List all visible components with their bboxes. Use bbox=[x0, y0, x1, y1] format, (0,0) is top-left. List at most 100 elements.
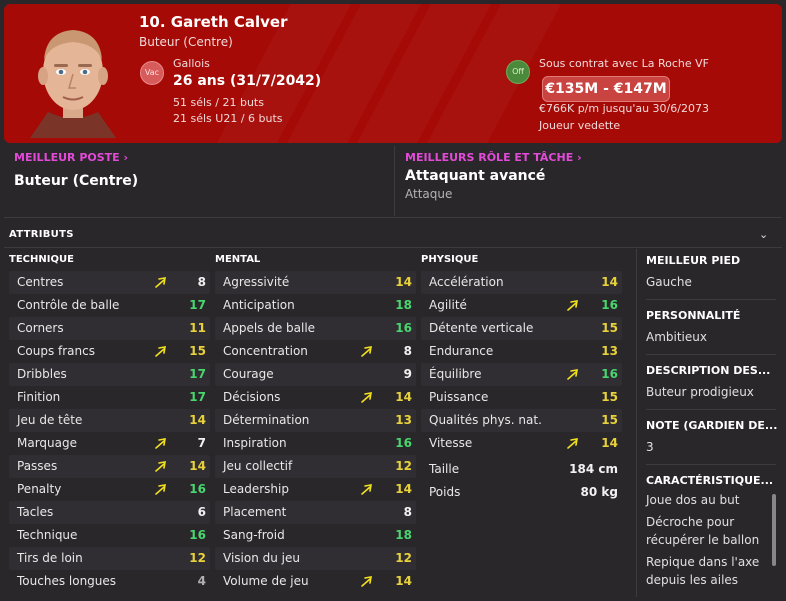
attribute-row[interactable]: Dribbles 17 bbox=[9, 363, 210, 386]
best-role-panel: MEILLEURS RÔLE ET TÂCHE › Attaquant avan… bbox=[394, 146, 783, 216]
development-arrow-icon bbox=[361, 484, 372, 495]
development-arrow-icon bbox=[567, 369, 578, 380]
best-duty-value: Attaque bbox=[405, 187, 453, 201]
description-value: Buteur prodigieux bbox=[646, 385, 754, 399]
attribute-row[interactable]: Sang-froid 18 bbox=[215, 524, 416, 547]
attribute-name: Coups francs bbox=[17, 344, 95, 358]
height-label: Taille bbox=[429, 462, 460, 476]
attribute-row[interactable]: Inspiration 16 bbox=[215, 432, 416, 455]
contract-club[interactable]: Sous contrat avec La Roche VF bbox=[539, 57, 709, 70]
attribute-name: Accélération bbox=[429, 275, 504, 289]
attribute-row[interactable]: Jeu de tête 14 bbox=[9, 409, 210, 432]
attribute-row[interactable]: Tirs de loin 12 bbox=[9, 547, 210, 570]
attribute-value: 15 bbox=[601, 413, 618, 427]
attribute-name: Anticipation bbox=[223, 298, 295, 312]
player-avatar[interactable] bbox=[30, 20, 116, 138]
attribute-name: Détermination bbox=[223, 413, 310, 427]
attribute-row[interactable]: Contrôle de balle 17 bbox=[9, 294, 210, 317]
attribute-name: Dribbles bbox=[17, 367, 67, 381]
chevron-right-icon: › bbox=[123, 151, 129, 164]
attribute-name: Finition bbox=[17, 390, 61, 404]
attribute-name: Jeu de tête bbox=[17, 413, 83, 427]
chevron-down-icon[interactable]: ⌄ bbox=[759, 228, 768, 241]
attribute-value: 18 bbox=[395, 528, 412, 542]
development-arrow-icon bbox=[155, 346, 166, 357]
physique-attributes: Accélération 14 Agilité 16 Détente verticale… bbox=[421, 271, 622, 455]
attribute-row[interactable]: Détermination 13 bbox=[215, 409, 416, 432]
attribute-row[interactable]: Technique 16 bbox=[9, 524, 210, 547]
player-name[interactable]: 10. Gareth Calver bbox=[139, 13, 288, 31]
attribute-row[interactable]: Vision du jeu 12 bbox=[215, 547, 416, 570]
vacation-badge[interactable]: Vac bbox=[140, 61, 164, 85]
attribute-row[interactable]: Accélération 14 bbox=[421, 271, 622, 294]
personality-title: PERSONNALITÉ bbox=[646, 309, 741, 322]
attribute-row[interactable]: Jeu collectif 12 bbox=[215, 455, 416, 478]
height-value: 184 cm bbox=[569, 462, 618, 476]
attribute-name: Vision du jeu bbox=[223, 551, 300, 565]
attribute-row[interactable]: Volume de jeu 14 bbox=[215, 570, 416, 593]
side-divider bbox=[646, 354, 776, 355]
nationality[interactable]: Gallois bbox=[173, 57, 210, 70]
attribute-name: Jeu collectif bbox=[223, 459, 293, 473]
attribute-row[interactable]: Détente verticale 15 bbox=[421, 317, 622, 340]
section-divider bbox=[4, 217, 782, 218]
attribute-value: 14 bbox=[189, 413, 206, 427]
attribute-row[interactable]: Puissance 15 bbox=[421, 386, 622, 409]
attribute-row[interactable]: Finition 17 bbox=[9, 386, 210, 409]
attribute-name: Touches longues bbox=[17, 574, 117, 588]
mental-attributes: Agressivité 14 Anticipation 18 Appels de bal… bbox=[215, 271, 416, 593]
attribute-value: 12 bbox=[189, 551, 206, 565]
attribute-row[interactable]: Équilibre 16 bbox=[421, 363, 622, 386]
section-divider bbox=[4, 247, 782, 248]
attribute-row[interactable]: Tacles 6 bbox=[9, 501, 210, 524]
attribute-row[interactable]: Agressivité 14 bbox=[215, 271, 416, 294]
attribute-row[interactable]: Leadership 14 bbox=[215, 478, 416, 501]
attribute-row[interactable]: Vitesse 14 bbox=[421, 432, 622, 455]
attribute-value: 8 bbox=[403, 344, 412, 358]
attribute-value: 18 bbox=[395, 298, 412, 312]
attribute-row[interactable]: Penalty 16 bbox=[9, 478, 210, 501]
preferred-foot-value: Gauche bbox=[646, 275, 692, 289]
attribute-value: 6 bbox=[197, 505, 206, 519]
attribute-row[interactable]: Décisions 14 bbox=[215, 386, 416, 409]
attribute-value: 12 bbox=[395, 459, 412, 473]
attribute-value: 14 bbox=[395, 275, 412, 289]
side-panel-scrollbar[interactable] bbox=[772, 494, 776, 566]
attribute-row[interactable]: Anticipation 18 bbox=[215, 294, 416, 317]
attribute-row[interactable]: Coups francs 15 bbox=[9, 340, 210, 363]
description-title: DESCRIPTION DES... bbox=[646, 364, 771, 377]
best-position-link[interactable]: MEILLEUR POSTE › bbox=[14, 151, 128, 164]
attribute-value: 12 bbox=[395, 551, 412, 565]
attribute-value: 15 bbox=[601, 321, 618, 335]
chevron-right-icon: › bbox=[577, 151, 582, 164]
best-role-link[interactable]: MEILLEURS RÔLE ET TÂCHE › bbox=[405, 151, 582, 164]
attribute-row[interactable]: Qualités phys. nat. 15 bbox=[421, 409, 622, 432]
attribute-value: 16 bbox=[395, 436, 412, 450]
attribute-row[interactable]: Appels de balle 16 bbox=[215, 317, 416, 340]
attribute-row[interactable]: Marquage 7 bbox=[9, 432, 210, 455]
attribute-row[interactable]: Concentration 8 bbox=[215, 340, 416, 363]
development-arrow-icon bbox=[155, 438, 166, 449]
player-header: 10. Gareth Calver Buteur (Centre) Vac Ga… bbox=[4, 4, 782, 143]
attribute-row[interactable]: Passes 14 bbox=[9, 455, 210, 478]
attribute-row[interactable]: Centres 8 bbox=[9, 271, 210, 294]
development-arrow-icon bbox=[361, 576, 372, 587]
physical-measures: Taille 184 cm Poids 80 kg bbox=[421, 458, 622, 504]
attribute-row[interactable]: Placement 8 bbox=[215, 501, 416, 524]
attribute-row[interactable]: Courage 9 bbox=[215, 363, 416, 386]
attribute-name: Marquage bbox=[17, 436, 78, 450]
attribute-name: Sang-froid bbox=[223, 528, 285, 542]
attribute-row[interactable]: Agilité 16 bbox=[421, 294, 622, 317]
attribute-value: 16 bbox=[395, 321, 412, 335]
technique-heading: TECHNIQUE bbox=[9, 254, 74, 265]
offer-badge[interactable]: Off bbox=[506, 60, 530, 84]
attribute-value: 14 bbox=[395, 390, 412, 404]
attribute-row[interactable]: Corners 11 bbox=[9, 317, 210, 340]
attribute-row[interactable]: Touches longues 4 bbox=[9, 570, 210, 593]
attribute-name: Contrôle de balle bbox=[17, 298, 120, 312]
international-caps: 51 séls / 21 buts bbox=[173, 96, 264, 109]
transfer-value[interactable]: €135M - €147M bbox=[542, 76, 670, 102]
attribute-row[interactable]: Endurance 13 bbox=[421, 340, 622, 363]
side-divider bbox=[646, 464, 776, 465]
squad-status: Joueur vedette bbox=[539, 119, 621, 132]
